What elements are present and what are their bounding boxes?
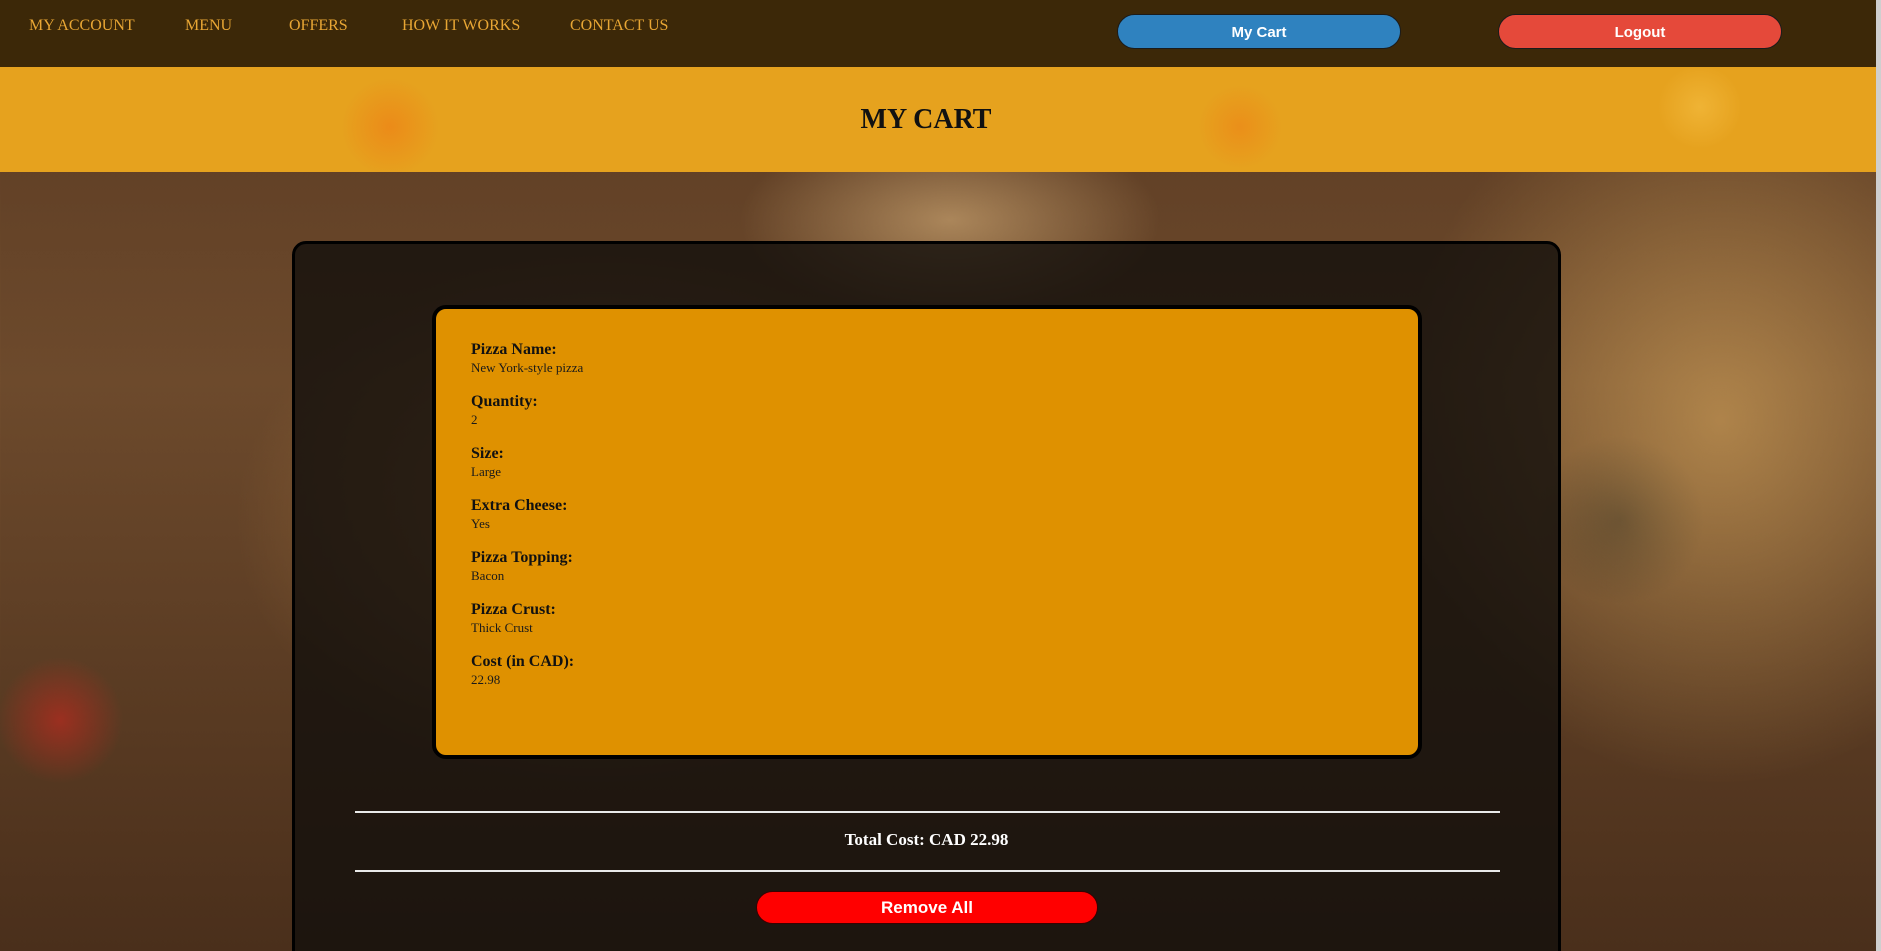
field-value: Thick Crust: [471, 620, 533, 635]
total-cost: Total Cost: CAD 22.98: [844, 830, 1009, 849]
field-label: Extra Cheese:: [471, 497, 568, 514]
nav-link-menu[interactable]: MENU: [185, 17, 232, 35]
field-label: Pizza Name:: [471, 341, 557, 358]
nav-link-contact-us[interactable]: CONTACT US: [570, 17, 668, 35]
field-value: Yes: [471, 516, 490, 531]
field-value: Bacon: [471, 568, 505, 583]
page-header-banner: MY CART: [0, 67, 1881, 172]
field-value: 2: [471, 412, 478, 427]
remove-all-button[interactable]: Remove All: [756, 891, 1098, 924]
cart-item-card: Pizza Name: New York-style pizza Quantit…: [432, 305, 1422, 759]
field-pizza-name: Pizza Name: New York-style pizza: [471, 341, 1383, 377]
divider: [355, 870, 1500, 872]
top-navigation: MY ACCOUNT MENU OFFERS HOW IT WORKS CONT…: [0, 0, 1881, 67]
cart-panel: Pizza Name: New York-style pizza Quantit…: [292, 241, 1561, 951]
page-title: MY CART: [860, 104, 992, 135]
field-value: New York-style pizza: [471, 360, 584, 375]
nav-link-my-account[interactable]: MY ACCOUNT: [29, 17, 135, 35]
field-label: Size:: [471, 445, 504, 462]
field-label: Cost (in CAD):: [471, 653, 575, 670]
divider: [355, 811, 1500, 813]
nav-link-how-it-works[interactable]: HOW IT WORKS: [402, 17, 520, 35]
field-quantity: Quantity: 2: [471, 393, 1383, 429]
field-label: Pizza Topping:: [471, 549, 573, 566]
field-pizza-crust: Pizza Crust: Thick Crust: [471, 601, 1383, 637]
nav-link-offers[interactable]: OFFERS: [289, 17, 348, 35]
logout-button[interactable]: Logout: [1498, 14, 1782, 49]
field-value: Large: [471, 464, 502, 479]
field-pizza-topping: Pizza Topping: Bacon: [471, 549, 1383, 585]
field-cost: Cost (in CAD): 22.98: [471, 653, 1383, 689]
field-value: 22.98: [471, 672, 501, 687]
field-extra-cheese: Extra Cheese: Yes: [471, 497, 1383, 533]
field-size: Size: Large: [471, 445, 1383, 481]
my-cart-button[interactable]: My Cart: [1117, 14, 1401, 49]
field-label: Quantity:: [471, 393, 538, 410]
field-label: Pizza Crust:: [471, 601, 556, 618]
scrollbar-edge: [1876, 0, 1881, 951]
